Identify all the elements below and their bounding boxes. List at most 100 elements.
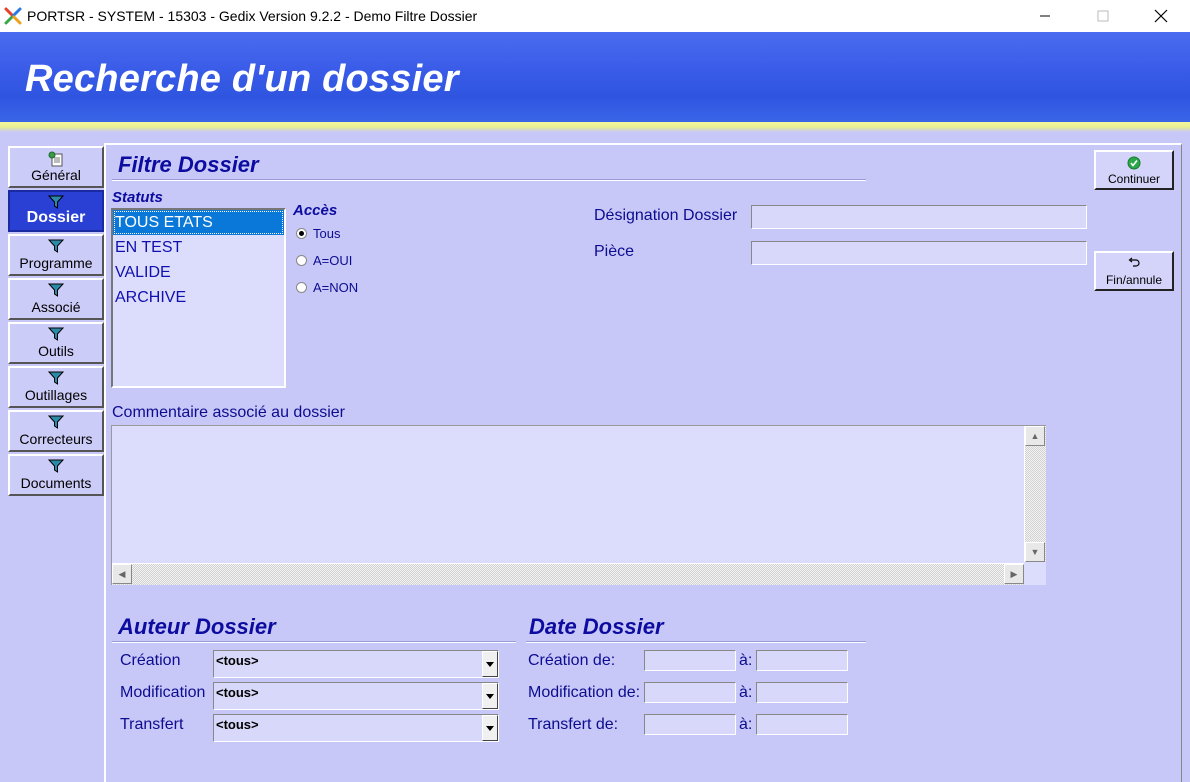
- designation-input[interactable]: [751, 205, 1087, 229]
- filter-icon: [48, 239, 64, 253]
- auteur-modification-select[interactable]: <tous>: [213, 682, 499, 710]
- scroll-corner: [1024, 563, 1046, 585]
- filter-icon: [48, 195, 64, 209]
- gedix-x-icon: [4, 7, 22, 25]
- radio-label: A=NON: [313, 280, 359, 295]
- section-divider: [112, 179, 866, 181]
- filter-icon: [48, 371, 64, 385]
- undo-icon: [1128, 257, 1140, 267]
- dropdown-button[interactable]: [482, 715, 498, 741]
- statuts-label: Statuts: [112, 189, 163, 206]
- chevron-down-icon: [486, 693, 494, 699]
- piece-input[interactable]: [751, 241, 1087, 265]
- nav-item-label: Documents: [20, 475, 92, 491]
- nav-item-associe[interactable]: Associé: [8, 278, 104, 320]
- banner-stripe: [0, 122, 1190, 132]
- radio-label: Tous: [313, 226, 341, 241]
- date-transfert-from-input[interactable]: [644, 714, 736, 735]
- scroll-down-button[interactable]: ▼: [1025, 542, 1045, 562]
- a-label: à:: [739, 716, 753, 733]
- date-transfert-to-input[interactable]: [756, 714, 848, 735]
- nav-item-general[interactable]: Général: [8, 146, 104, 188]
- nav-item-label: Outils: [38, 343, 74, 359]
- nav-item-dossier[interactable]: Dossier: [8, 190, 104, 232]
- fin-annule-button[interactable]: Fin/annule: [1094, 251, 1174, 291]
- dropdown-button[interactable]: [482, 651, 498, 677]
- filter-icon: [48, 283, 64, 297]
- chevron-down-icon: [486, 725, 494, 731]
- section-title-auteur: Auteur Dossier: [118, 614, 276, 639]
- radio-dot: [296, 255, 307, 266]
- document-globe-icon: [48, 151, 63, 167]
- date-creation-label: Création de:: [528, 652, 616, 669]
- radio-label: A=OUI: [313, 253, 353, 268]
- minimize-button[interactable]: [1016, 0, 1074, 32]
- check-icon: [1127, 156, 1141, 170]
- scroll-up-button[interactable]: ▲: [1025, 426, 1045, 446]
- nav-item-correcteurs[interactable]: Correcteurs: [8, 410, 104, 452]
- list-item[interactable]: ARCHIVE: [113, 285, 284, 310]
- auteur-transfert-label: Transfert: [120, 716, 184, 733]
- nav-item-label: Général: [31, 167, 81, 183]
- section-divider: [526, 641, 866, 643]
- commentaire-textarea[interactable]: ▲ ▼ ◀ ▶: [111, 425, 1046, 585]
- close-icon: [1154, 9, 1168, 23]
- radio-dot: [296, 282, 307, 293]
- nav-item-label: Dossier: [26, 209, 86, 226]
- minimize-icon: [1040, 15, 1050, 17]
- date-modification-from-input[interactable]: [644, 682, 736, 703]
- select-value: <tous>: [216, 685, 259, 700]
- list-item[interactable]: VALIDE: [113, 260, 284, 285]
- nav-item-outils[interactable]: Outils: [8, 322, 104, 364]
- section-title-filtre: Filtre Dossier: [118, 152, 259, 177]
- continuer-label: Continuer: [1107, 172, 1161, 186]
- nav-item-label: Programme: [19, 255, 93, 271]
- radio-dot: [296, 228, 307, 239]
- page-title: Recherche d'un dossier: [25, 58, 459, 100]
- list-item[interactable]: EN TEST: [113, 235, 284, 260]
- dropdown-button[interactable]: [482, 683, 498, 709]
- vertical-scrollbar[interactable]: ▲ ▼: [1024, 426, 1046, 562]
- nav-item-outillages[interactable]: Outillages: [8, 366, 104, 408]
- radio-acces-tous[interactable]: Tous: [296, 226, 340, 241]
- a-label: à:: [739, 684, 753, 701]
- radio-acces-non[interactable]: A=NON: [296, 280, 358, 295]
- nav-item-label: Outillages: [24, 387, 88, 403]
- statuts-listbox[interactable]: TOUS ETATS EN TEST VALIDE ARCHIVE: [111, 208, 286, 388]
- fin-annule-label: Fin/annule: [1105, 273, 1163, 287]
- filter-icon: [48, 459, 64, 473]
- horizontal-scrollbar[interactable]: ◀ ▶: [112, 563, 1024, 585]
- scroll-right-button[interactable]: ▶: [1004, 564, 1024, 584]
- select-value: <tous>: [216, 653, 259, 668]
- filter-icon: [48, 327, 64, 341]
- maximize-icon: [1097, 10, 1109, 22]
- nav-item-label: Associé: [31, 299, 81, 315]
- section-divider: [112, 641, 516, 643]
- acces-label: Accès: [293, 202, 338, 219]
- nav-item-programme[interactable]: Programme: [8, 234, 104, 276]
- scroll-left-button[interactable]: ◀: [112, 564, 132, 584]
- maximize-button[interactable]: [1074, 0, 1132, 32]
- sidebar-nav: Général Dossier Programme Associé Outils…: [8, 146, 104, 498]
- select-value: <tous>: [216, 717, 259, 732]
- designation-label: Désignation Dossier: [594, 207, 738, 224]
- date-creation-to-input[interactable]: [756, 650, 848, 671]
- date-modification-label: Modification de:: [528, 684, 641, 701]
- commentaire-label: Commentaire associé au dossier: [112, 404, 345, 421]
- section-title-date: Date Dossier: [529, 614, 664, 639]
- radio-acces-oui[interactable]: A=OUI: [296, 253, 352, 268]
- date-creation-from-input[interactable]: [644, 650, 736, 671]
- a-label: à:: [739, 652, 753, 669]
- filter-icon: [48, 415, 64, 429]
- auteur-modification-label: Modification: [120, 684, 206, 701]
- date-modification-to-input[interactable]: [756, 682, 848, 703]
- title-bar: PORTSR - SYSTEM - 15303 - Gedix Version …: [0, 0, 1190, 32]
- list-item[interactable]: TOUS ETATS: [113, 210, 284, 235]
- chevron-down-icon: [486, 661, 494, 667]
- auteur-transfert-select[interactable]: <tous>: [213, 714, 499, 742]
- header-banner: Recherche d'un dossier: [0, 32, 1190, 124]
- close-button[interactable]: [1132, 0, 1190, 32]
- continuer-button[interactable]: Continuer: [1094, 150, 1174, 190]
- nav-item-documents[interactable]: Documents: [8, 454, 104, 496]
- auteur-creation-select[interactable]: <tous>: [213, 650, 499, 678]
